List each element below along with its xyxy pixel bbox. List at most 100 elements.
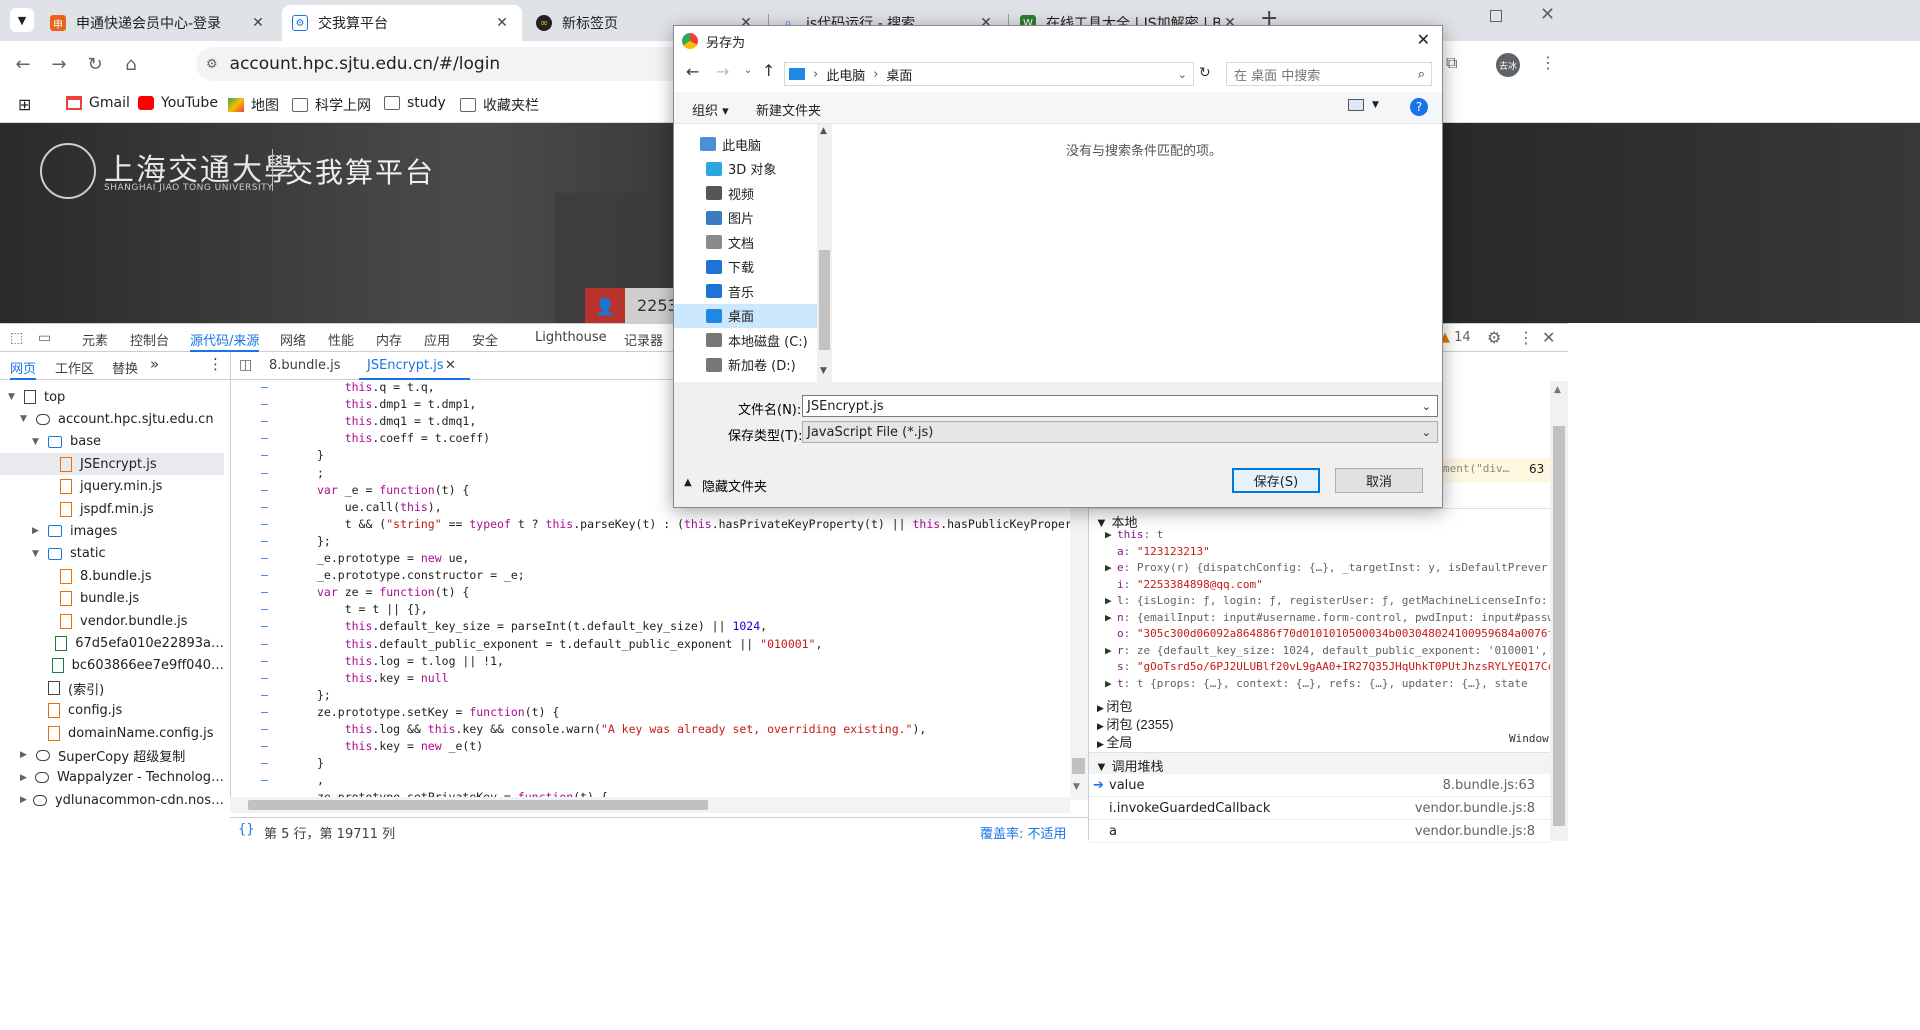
nav-item[interactable]: 文档	[674, 230, 817, 254]
code-line[interactable]: – ze.prototype.setKey = function(t) {	[231, 705, 1070, 722]
tree-item[interactable]: bundle.js	[0, 588, 224, 610]
tree-item[interactable]: ▶ ydlunacommon-cdn.nos…	[0, 789, 224, 811]
site-info-icon[interactable]: ⚙	[206, 57, 218, 72]
more-tabs-icon[interactable]: »	[150, 355, 159, 373]
chevron-up-icon[interactable]: ▲	[684, 477, 692, 488]
gutter-mark[interactable]: –	[261, 671, 268, 685]
bookmark-youtube[interactable]: YouTube	[138, 95, 218, 111]
tree-item[interactable]: JSEncrypt.js	[0, 453, 224, 476]
url-text[interactable]: account.hpc.sjtu.edu.cn/#/login	[230, 54, 501, 74]
tree-item[interactable]: ▼ static	[0, 543, 224, 565]
gutter-mark[interactable]: –	[261, 688, 268, 702]
back-arrow-icon[interactable]: ←	[686, 62, 699, 81]
code-line[interactable]: – var ze = function(t) {	[231, 585, 1070, 602]
gutter-mark[interactable]: –	[261, 722, 268, 736]
tree-item[interactable]: vendor.bundle.js	[0, 610, 224, 632]
scroll-down-icon[interactable]: ▼	[820, 366, 827, 376]
code-line[interactable]: – this.key = new _e(t)	[231, 739, 1070, 756]
tree-item[interactable]: 67d5efa010e22893a…	[0, 632, 224, 654]
coverage-status[interactable]: 覆盖率: 不适用	[980, 823, 1067, 842]
scroll-up-icon[interactable]: ▲	[820, 126, 827, 136]
gutter-mark[interactable]: –	[261, 637, 268, 651]
code-line[interactable]: –,	[231, 773, 1070, 790]
scope-variable[interactable]: ▶ l: {isLogin: ƒ, login: ƒ, registerUser:…	[1089, 594, 1551, 611]
frame-location[interactable]: vendor.bundle.js:8	[1415, 801, 1535, 816]
tree-item[interactable]: domainName.config.js	[0, 722, 224, 744]
scope-variable[interactable]: ▶ e: Proxy(r) {dispatchConfig: {…}, _targ…	[1089, 561, 1551, 578]
scope-variable[interactable]: o: "305c300d06092a864886f70d010101050003…	[1089, 627, 1551, 644]
bookmark-maps[interactable]: 地图	[228, 95, 279, 115]
close-icon[interactable]: ✕	[1417, 30, 1430, 49]
tree-item[interactable]: ▼ top	[0, 386, 224, 408]
tab-elements[interactable]: 元素	[82, 330, 108, 349]
menu-icon[interactable]: ⋮	[1540, 53, 1556, 72]
callstack-frame[interactable]: ➔ value 8.bundle.js:63	[1089, 775, 1551, 797]
frame-location[interactable]: 8.bundle.js:63	[1443, 778, 1535, 793]
toggle-navigator-icon[interactable]: ◫	[239, 357, 252, 373]
tab-lighthouse[interactable]: Lighthouse	[535, 330, 607, 345]
scope-variable[interactable]: i: "2253384898@qq.com"	[1089, 578, 1551, 595]
gutter-mark[interactable]: –	[261, 534, 268, 548]
save-button[interactable]: 保存(S)	[1232, 468, 1320, 493]
nav-item[interactable]: 下载	[674, 255, 817, 279]
code-line[interactable]: – this.default_public_exponent = t.defau…	[231, 637, 1070, 654]
scrollbar-thumb[interactable]	[248, 800, 708, 810]
settings-gear-icon[interactable]: ⚙	[1487, 328, 1501, 347]
sidebar-scrollbar[interactable]: ▲	[1550, 381, 1568, 841]
tab-sources[interactable]: 源代码/来源	[190, 330, 260, 352]
path-segment[interactable]: 桌面	[886, 65, 912, 84]
gutter-mark[interactable]: –	[261, 773, 268, 787]
up-arrow-icon[interactable]: ↑	[762, 61, 775, 80]
tab-performance[interactable]: 性能	[328, 330, 354, 349]
tree-item[interactable]: bc603866ee7e9ff040…	[0, 655, 224, 677]
gutter-mark[interactable]: –	[261, 602, 268, 616]
tree-item[interactable]: ▶ images	[0, 520, 224, 542]
forward-arrow-icon[interactable]: →	[716, 62, 729, 81]
scope-variable[interactable]: ▶ n: {emailInput: input#username.form-con…	[1089, 611, 1551, 628]
bookmark-folder[interactable]: 科学上网	[292, 95, 371, 115]
code-line[interactable]: – this.log = t.log || !1,	[231, 654, 1070, 671]
tab-security[interactable]: 安全	[472, 330, 498, 349]
tab-search-button[interactable]: ▼	[10, 8, 34, 32]
scope-variable[interactable]: ▶ r: ze {default_key_size: 1024, default_…	[1089, 644, 1551, 661]
file-list-area[interactable]: 没有与搜索条件匹配的项。	[832, 124, 1442, 382]
tree-item[interactable]: ▼ base	[0, 431, 224, 453]
gutter-mark[interactable]: –	[261, 448, 268, 462]
gutter-mark[interactable]: –	[261, 483, 268, 497]
forward-button[interactable]: →	[44, 49, 74, 79]
scrollbar-thumb[interactable]	[1072, 758, 1085, 774]
expand-down-icon[interactable]: ▼	[20, 414, 32, 424]
gutter-mark[interactable]: –	[261, 585, 268, 599]
code-line[interactable]: –};	[231, 688, 1070, 705]
restore-window-icon[interactable]	[1490, 10, 1502, 22]
code-line[interactable]: – this.key = null	[231, 671, 1070, 688]
editor-tab-active[interactable]: JSEncrypt.js	[359, 358, 470, 380]
expand-down-icon[interactable]: ▼	[8, 392, 20, 402]
code-line[interactable]: –}	[231, 756, 1070, 773]
tab-page[interactable]: 网页	[10, 358, 37, 380]
editor-tab[interactable]: 8.bundle.js	[269, 358, 341, 373]
home-button[interactable]: ⌂	[116, 49, 146, 79]
tree-item[interactable]: config.js	[0, 700, 224, 722]
nav-pane-scrollbar[interactable]: ▲ ▼	[817, 124, 832, 382]
gutter-mark[interactable]: –	[261, 739, 268, 753]
more-options-icon[interactable]: ⋮	[1518, 328, 1534, 347]
extensions-icon[interactable]: ⧉	[1446, 53, 1457, 73]
nav-item[interactable]: 本地磁盘 (C:)	[674, 328, 817, 352]
scroll-up-icon[interactable]: ▲	[1554, 385, 1561, 395]
inspect-icon[interactable]: ⬚	[10, 330, 23, 346]
gutter-mark[interactable]: –	[261, 568, 268, 582]
close-window-icon[interactable]: ✕	[1540, 4, 1555, 25]
code-line[interactable]: – this.default_key_size = parseInt(t.def…	[231, 619, 1070, 636]
code-line[interactable]: – t = t || {},	[231, 602, 1070, 619]
code-line[interactable]: – _e.prototype = new ue,	[231, 551, 1070, 568]
tree-item[interactable]: ▶ Wappalyzer - Technolog…	[0, 767, 224, 789]
gutter-mark[interactable]: –	[261, 500, 268, 514]
reload-button[interactable]: ↻	[80, 49, 110, 79]
tab-recorder[interactable]: 记录器	[624, 330, 663, 349]
organize-button[interactable]: 组织 ▾	[692, 100, 729, 119]
tab-workspace[interactable]: 工作区	[55, 358, 94, 377]
callstack-frame[interactable]: a vendor.bundle.js:8	[1089, 821, 1551, 843]
close-icon[interactable]: ✕	[492, 15, 512, 31]
help-icon[interactable]: ?	[1410, 98, 1428, 116]
